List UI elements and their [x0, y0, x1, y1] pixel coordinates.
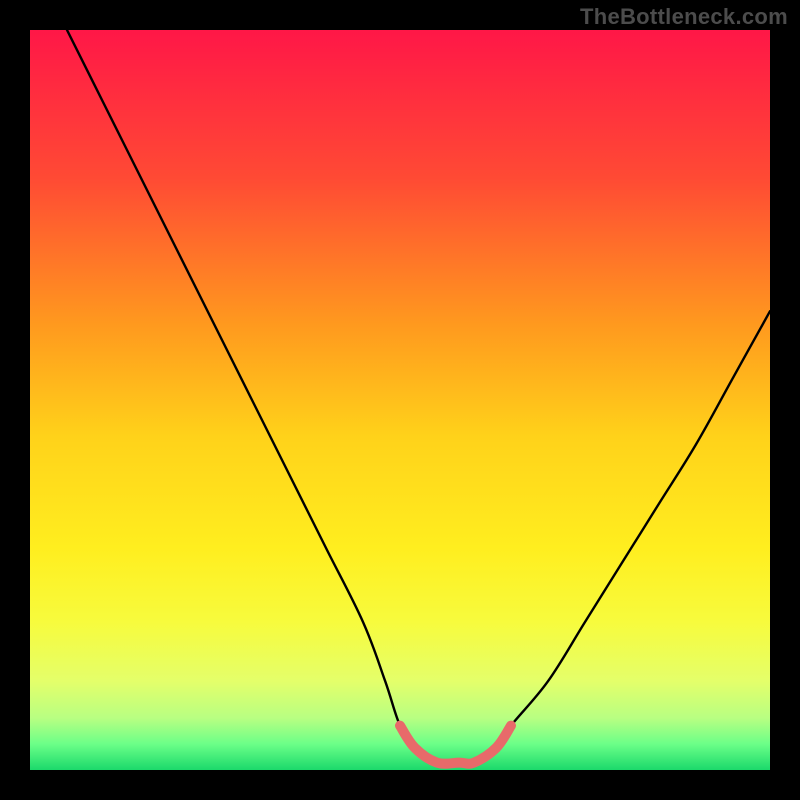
- watermark-text: TheBottleneck.com: [580, 4, 788, 30]
- chart-frame: TheBottleneck.com: [0, 0, 800, 800]
- bottleneck-chart: [30, 30, 770, 770]
- gradient-background: [30, 30, 770, 770]
